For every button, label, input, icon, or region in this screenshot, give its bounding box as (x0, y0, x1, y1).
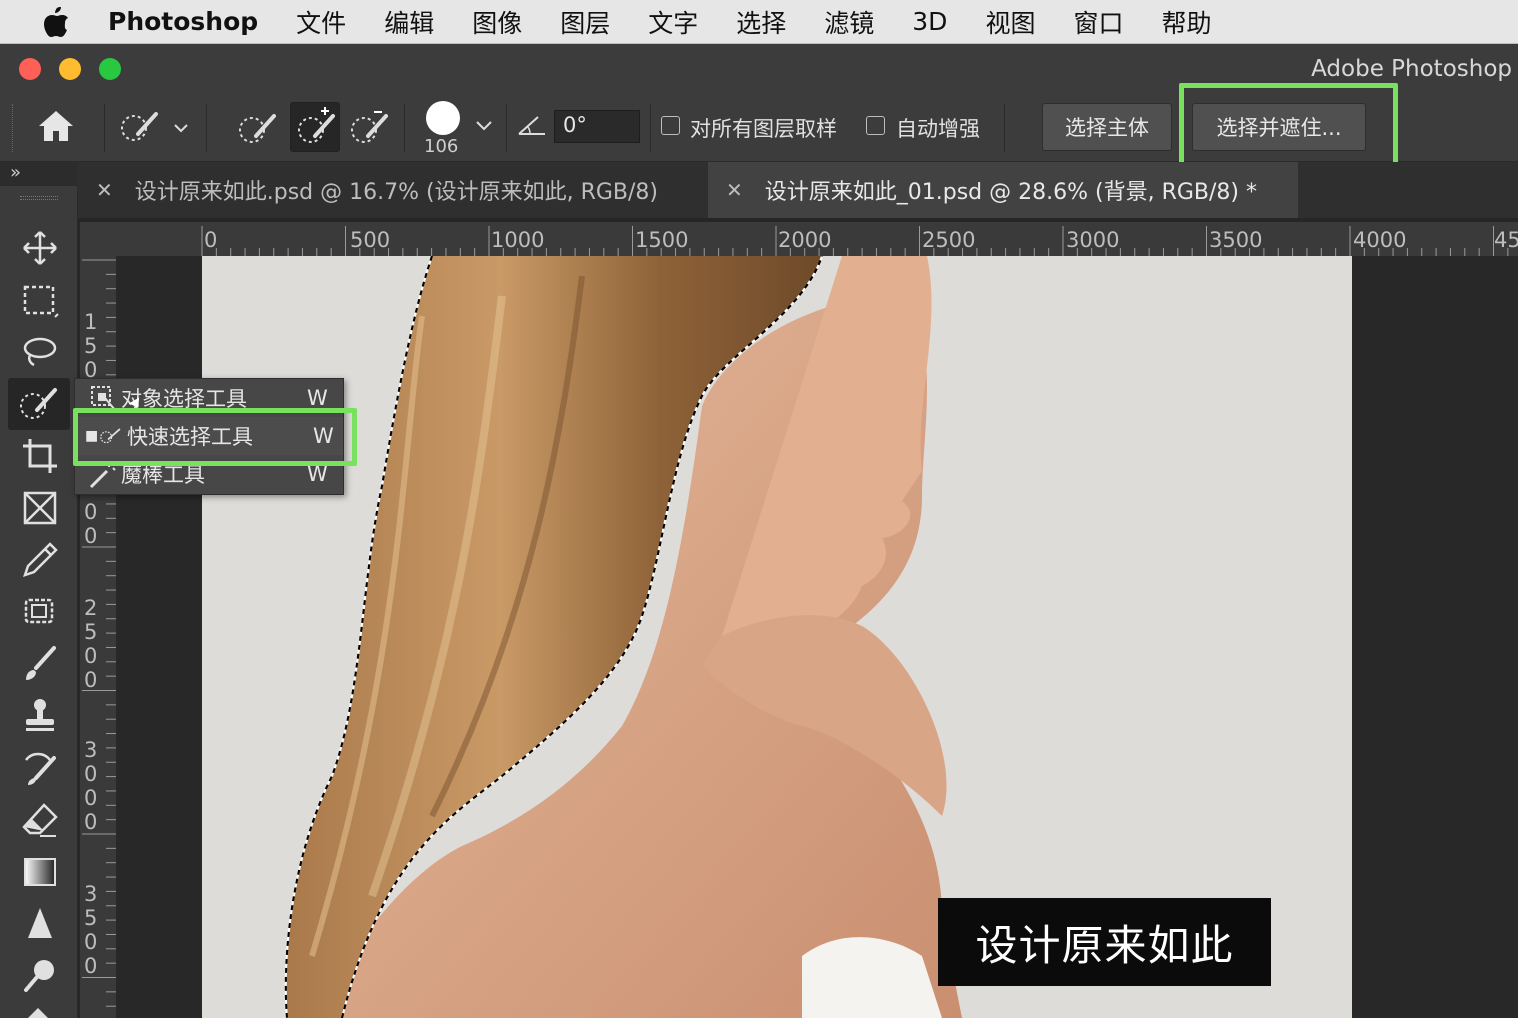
tab-title: 设计原来如此.psd @ 16.7% (设计原来如此, RGB/8) (134, 180, 659, 205)
subtract-from-selection-mode-icon[interactable] (346, 106, 390, 154)
auto-enhance-label: 自动增强 (896, 117, 980, 141)
menu-image[interactable]: 图像 (472, 4, 522, 40)
flyout-item-shortcut: W (307, 386, 328, 410)
ruler-h-label: 0 (204, 228, 218, 252)
menu-app-photoshop[interactable]: Photoshop (108, 7, 258, 36)
separator (104, 104, 105, 152)
ruler-v-label: 3500 (84, 882, 98, 978)
frame-icon[interactable] (20, 488, 60, 532)
new-selection-mode-icon[interactable] (234, 106, 278, 154)
angle-icon (516, 112, 548, 144)
menu-layer[interactable]: 图层 (560, 4, 610, 40)
ruler-v-label: 2500 (84, 596, 98, 692)
ruler-h-label: 45 (1494, 228, 1518, 252)
brush-size-value: 106 (424, 136, 459, 157)
eyedropper-icon[interactable] (20, 540, 60, 584)
stamp-icon[interactable] (20, 696, 60, 740)
ruler-v-label: 150 (84, 310, 98, 382)
marquee-icon[interactable] (20, 280, 60, 324)
separator (1004, 104, 1005, 152)
ruler-v-label: 3000 (84, 738, 98, 834)
menu-select[interactable]: 选择 (736, 4, 786, 40)
brush-icon[interactable] (20, 644, 60, 688)
crop-icon[interactable] (20, 436, 60, 480)
ruler-h-label: 1000 (491, 228, 545, 252)
tab-document-1[interactable]: ✕ 设计原来如此.psd @ 16.7% (设计原来如此, RGB/8) (78, 162, 708, 218)
select-subject-button[interactable]: 选择主体 (1042, 103, 1172, 151)
ruler-h-label: 3000 (1066, 228, 1120, 252)
brush-preview-icon[interactable] (426, 101, 460, 135)
menu-help[interactable]: 帮助 (1161, 4, 1211, 40)
ruler-h-label: 4000 (1353, 228, 1407, 252)
ruler-h-label: 2500 (922, 228, 976, 252)
move-icon[interactable] (20, 228, 60, 272)
tab-document-2[interactable]: ✕ 设计原来如此_01.psd @ 28.6% (背景, RGB/8) * (708, 162, 1298, 218)
add-to-selection-mode-icon[interactable] (290, 102, 340, 152)
close-window-button[interactable] (19, 58, 41, 80)
patch-icon[interactable] (20, 592, 60, 636)
auto-enhance-checkbox[interactable] (866, 116, 885, 135)
tab-title: 设计原来如此_01.psd @ 28.6% (背景, RGB/8) * (764, 180, 1257, 205)
separator (404, 104, 405, 152)
close-tab-icon[interactable]: ✕ (96, 178, 113, 202)
minimize-window-button[interactable] (59, 58, 81, 80)
sample-all-layers-checkbox[interactable] (661, 116, 680, 135)
separator (650, 104, 651, 152)
ruler-v-label: 00 (84, 500, 98, 548)
menu-filter[interactable]: 滤镜 (824, 4, 874, 40)
dodge-icon[interactable] (20, 956, 60, 1000)
highlight-box-quick-selection (73, 408, 357, 466)
close-tab-icon[interactable]: ✕ (726, 178, 743, 202)
ruler-h-label: 3500 (1209, 228, 1263, 252)
options-grip[interactable] (12, 104, 15, 152)
menu-type[interactable]: 文字 (648, 4, 698, 40)
history-brush-icon[interactable] (20, 748, 60, 792)
sample-all-layers-label: 对所有图层取样 (690, 117, 837, 141)
menu-file[interactable]: 文件 (296, 4, 346, 40)
separator (506, 104, 507, 152)
menu-3d[interactable]: 3D (912, 7, 947, 36)
menu-edit[interactable]: 编辑 (384, 4, 434, 40)
tools-grip[interactable] (20, 196, 58, 200)
ruler-h-label: 2000 (778, 228, 832, 252)
ruler-h-label: 500 (350, 228, 391, 252)
apple-icon[interactable] (26, 6, 86, 38)
separator (206, 104, 207, 152)
angle-input[interactable]: 0° (554, 110, 640, 143)
mac-menubar: Photoshop 文件 编辑 图像 图层 文字 选择 滤镜 3D 视图 窗口 … (0, 0, 1518, 44)
lasso-icon[interactable] (20, 332, 60, 376)
caption-text: 设计原来如此 (938, 898, 1271, 986)
tool-preset-picker[interactable] (118, 108, 198, 152)
menu-window[interactable]: 窗口 (1073, 4, 1123, 40)
home-icon[interactable] (36, 108, 76, 148)
quick-selection-icon[interactable] (8, 378, 70, 430)
ruler-h-label: 1500 (635, 228, 689, 252)
collapse-panel-icon[interactable]: » (10, 162, 21, 183)
zoom-window-button[interactable] (99, 58, 121, 80)
highlight-box-select-and-mask (1179, 83, 1398, 173)
gradient-icon[interactable] (20, 852, 60, 896)
brush-picker-chevron-icon[interactable] (474, 118, 494, 138)
eraser-icon[interactable] (20, 800, 60, 844)
sharpen-icon[interactable] (20, 904, 60, 948)
pen-icon[interactable] (28, 1008, 48, 1018)
window-title: Adobe Photoshop (1311, 56, 1512, 82)
menu-view[interactable]: 视图 (985, 4, 1035, 40)
